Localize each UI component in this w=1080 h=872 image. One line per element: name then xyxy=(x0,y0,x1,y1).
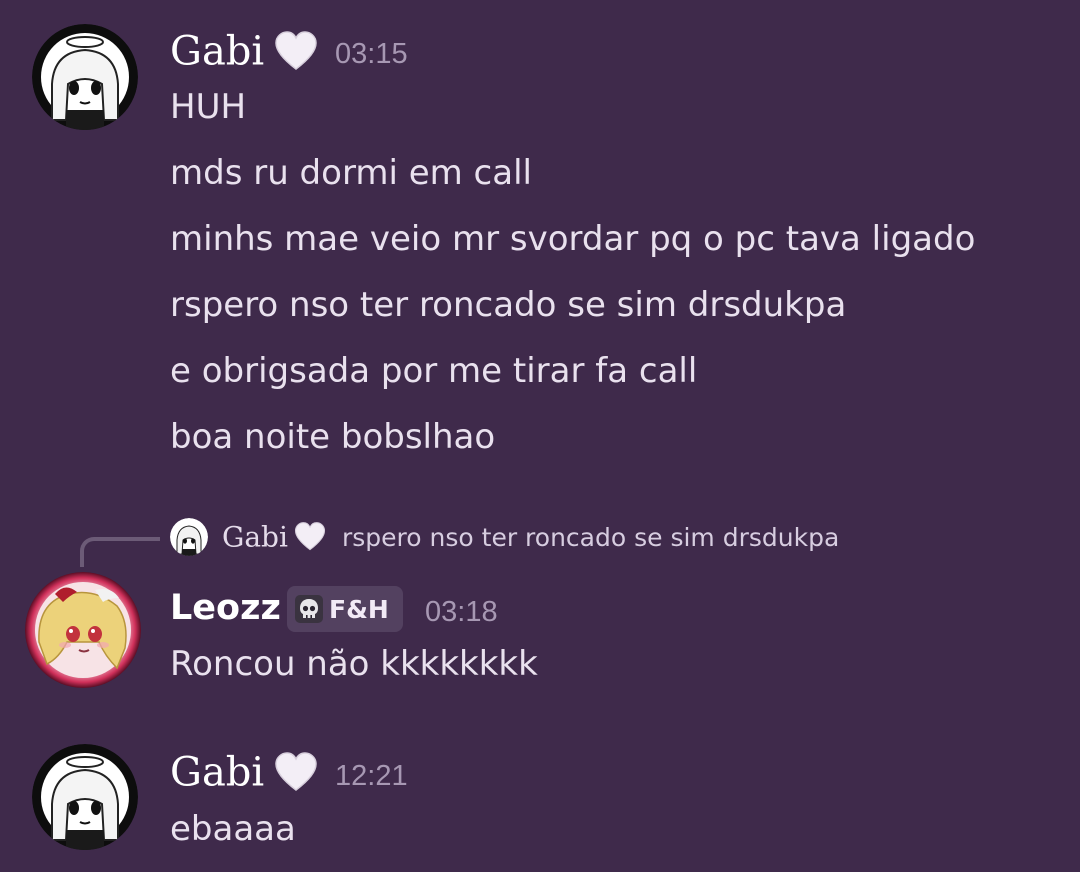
reply-avatar-gabi[interactable] xyxy=(170,518,208,556)
reply-author-name[interactable]: Gabi xyxy=(222,521,288,554)
skull-icon xyxy=(295,595,323,623)
message-line: Roncou não kkkkkkkk xyxy=(170,644,538,684)
avatar-gabi[interactable] xyxy=(32,744,138,850)
message-line: minhs mae veio mr svordar pq o pc tava l… xyxy=(170,219,976,259)
avatar-leozz[interactable] xyxy=(25,572,141,688)
author-name[interactable]: Gabi xyxy=(170,750,264,796)
message-line: e obrigsada por me tirar fa call xyxy=(170,351,698,391)
message-author-name[interactable]: Leozz xyxy=(170,591,281,626)
message-line: HUH xyxy=(170,87,247,127)
message-timestamp[interactable]: 12:21 xyxy=(335,762,408,791)
message-author[interactable]: Gabi xyxy=(170,31,318,78)
white-heart-icon xyxy=(274,31,318,78)
message-line: ebaaaa xyxy=(170,809,296,849)
message-timestamp[interactable]: 03:15 xyxy=(335,40,408,69)
message-timestamp[interactable]: 03:18 xyxy=(425,598,498,627)
server-tag-label: F&H xyxy=(329,594,389,624)
server-tag[interactable]: F&H xyxy=(287,586,403,632)
white-heart-icon xyxy=(294,522,326,556)
white-heart-icon xyxy=(274,752,318,799)
message-line: boa noite bobslhao xyxy=(170,417,496,457)
avatar-gabi[interactable] xyxy=(32,24,138,130)
reply-preview-text[interactable]: rspero nso ter roncado se sim drsdukpa xyxy=(342,525,839,550)
message-line: rspero nso ter roncado se sim drsdukpa xyxy=(170,285,847,325)
message-line: mds ru dormi em call xyxy=(170,153,532,193)
reply-author[interactable]: Gabi xyxy=(222,522,326,556)
author-name[interactable]: Gabi xyxy=(170,29,264,75)
message-author[interactable]: Gabi xyxy=(170,752,318,799)
reply-connector xyxy=(80,537,160,567)
